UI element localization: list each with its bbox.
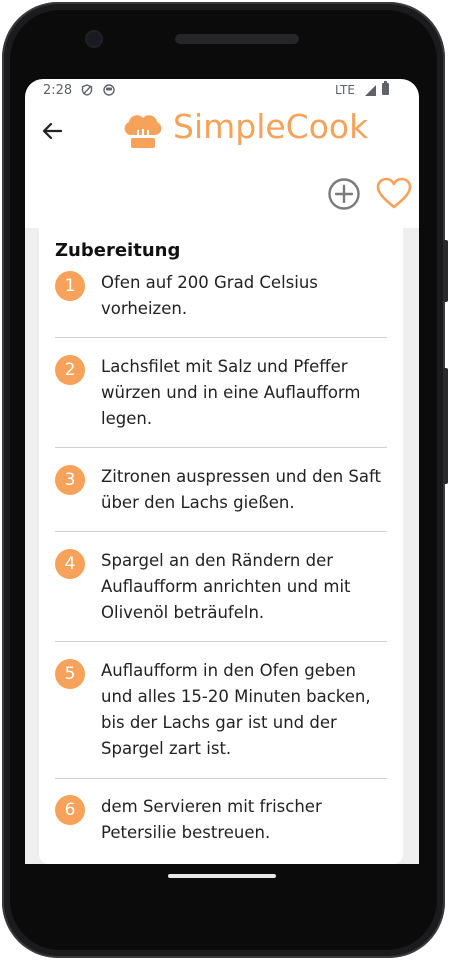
divider bbox=[55, 337, 387, 338]
divider bbox=[55, 531, 387, 532]
shield-icon bbox=[81, 84, 93, 96]
step-number: 6 bbox=[55, 795, 85, 825]
step-text: Auflaufform in den Ofen geben und alles … bbox=[101, 661, 371, 758]
network-type: LTE bbox=[335, 83, 355, 97]
power-button bbox=[443, 368, 448, 484]
face-icon bbox=[103, 84, 115, 96]
step-number: 5 bbox=[55, 659, 85, 689]
divider bbox=[55, 778, 387, 779]
step-number: 1 bbox=[55, 271, 85, 301]
add-circle-icon[interactable] bbox=[327, 177, 361, 211]
heart-outline-icon[interactable] bbox=[376, 177, 412, 211]
app-screen: 2:28 LTE SimpleCook Zubereitung 1 Ofen a… bbox=[25, 79, 419, 864]
app-title: SimpleCook bbox=[173, 107, 369, 146]
instructions-card: Zubereitung 1 Ofen auf 200 Grad Celsius … bbox=[39, 228, 403, 864]
back-arrow-icon[interactable] bbox=[39, 119, 67, 143]
battery-icon bbox=[382, 81, 389, 95]
step-text: Lachsfilet mit Salz und Pfeffer würzen u… bbox=[101, 357, 361, 428]
section-title: Zubereitung bbox=[55, 240, 181, 261]
signal-icon bbox=[365, 85, 376, 96]
camera-icon bbox=[87, 32, 101, 46]
status-time: 2:28 bbox=[43, 83, 73, 98]
chef-hat-icon bbox=[124, 115, 162, 148]
divider bbox=[55, 641, 387, 642]
step-number: 4 bbox=[55, 549, 85, 579]
step-text: Ofen auf 200 Grad Celsius vorheizen. bbox=[101, 273, 318, 318]
status-bar: 2:28 LTE bbox=[25, 79, 419, 103]
speaker-grille bbox=[175, 34, 299, 44]
volume-button bbox=[443, 240, 448, 302]
step-text: Zitronen auspressen und den Saft über de… bbox=[101, 467, 381, 512]
home-indicator[interactable] bbox=[168, 874, 276, 878]
step-number: 3 bbox=[55, 465, 85, 495]
step-text: Spargel an den Rändern der Auflaufform a… bbox=[101, 551, 351, 622]
step-text: dem Servieren mit frischer Petersilie be… bbox=[101, 797, 322, 842]
divider bbox=[55, 447, 387, 448]
step-number: 2 bbox=[55, 355, 85, 385]
